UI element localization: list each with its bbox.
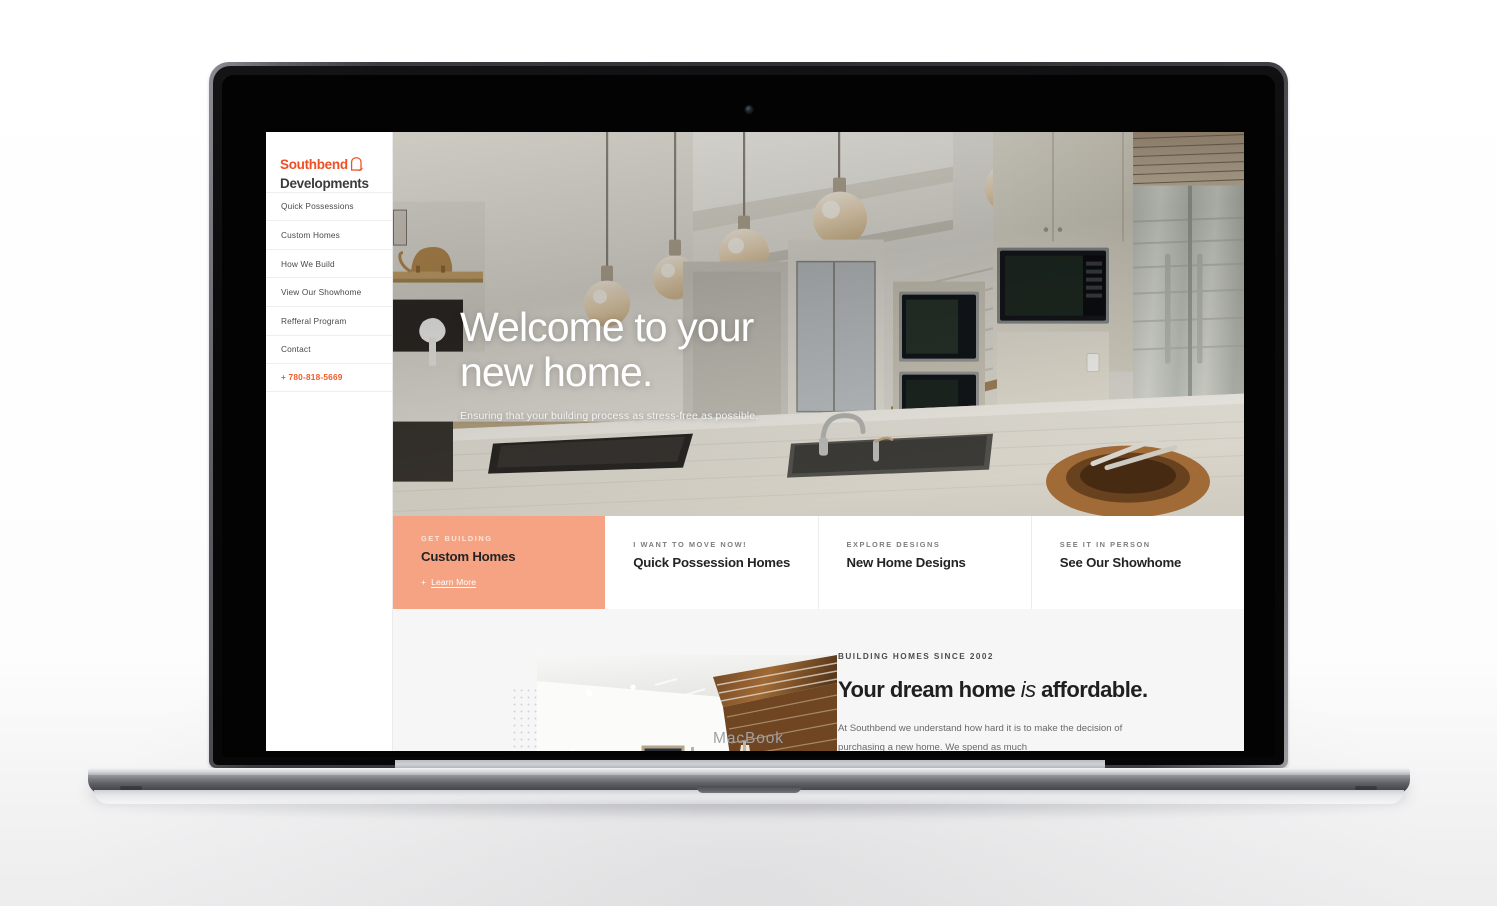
- promo-eyebrow: EXPLORE DESIGNS: [846, 540, 941, 550]
- sidebar-nav: Quick Possessions Custom Homes How We Bu…: [266, 191, 392, 392]
- promo-card-row: GET BUILDING Custom Homes + Learn More I…: [393, 516, 1244, 610]
- webcam-icon: [745, 106, 752, 113]
- learn-more-link[interactable]: + Learn More: [421, 577, 605, 587]
- sidebar-item-how-we-build[interactable]: How We Build: [266, 248, 392, 278]
- about-title: Your dream home is affordable.: [838, 677, 1204, 703]
- about-title-pre: Your dream home: [838, 677, 1021, 703]
- promo-card-custom-homes[interactable]: GET BUILDING Custom Homes + Learn More: [393, 516, 606, 610]
- sidebar: Southbend Developments Quick Possessions…: [266, 132, 393, 751]
- about-title-post: affordable.: [1035, 677, 1148, 703]
- house-arch-icon: [350, 157, 363, 176]
- screen-bezel: Southbend Developments Quick Possessions…: [222, 75, 1275, 757]
- logo-top-row: Southbend: [280, 157, 392, 176]
- promo-title: New Home Designs: [846, 555, 966, 571]
- main-column: Welcome to your new home. Ensuring that …: [393, 132, 1244, 751]
- promo-card-showhome[interactable]: SEE IT IN PERSON See Our Showhome: [1032, 516, 1244, 609]
- about-title-emphasis: is: [1020, 677, 1036, 703]
- sidebar-item-refferal-program[interactable]: Refferal Program: [266, 305, 392, 335]
- promo-card-new-home-designs[interactable]: EXPLORE DESIGNS New Home Designs: [819, 516, 1032, 610]
- promo-eyebrow: SEE IT IN PERSON: [1059, 540, 1151, 550]
- sidebar-item-contact[interactable]: Contact: [266, 334, 392, 364]
- laptop-front-notch: [696, 786, 801, 793]
- hero-title: Welcome to your new home.: [460, 305, 890, 394]
- promo-title: Custom Homes: [421, 549, 516, 565]
- hero-title-line2: new home.: [460, 348, 653, 395]
- about-eyebrow: BUILDING HOMES SINCE 2002: [838, 652, 994, 662]
- laptop-foot-left: [120, 786, 142, 790]
- laptop-foot-right: [1355, 786, 1377, 790]
- hero-copy: Welcome to your new home. Ensuring that …: [460, 305, 890, 423]
- lid-inner-shell: Southbend Developments Quick Possessions…: [213, 66, 1284, 765]
- sidebar-item-custom-homes[interactable]: Custom Homes: [266, 220, 392, 249]
- promo-card-quick-possession[interactable]: I WANT TO MOVE NOW! Quick Possession Hom…: [605, 516, 819, 610]
- learn-more-label: Learn More: [431, 577, 477, 588]
- plus-icon: +: [421, 577, 427, 588]
- sidebar-phone-link[interactable]: + 780-818-5669: [266, 363, 392, 392]
- screen-viewport: Southbend Developments Quick Possessions…: [266, 132, 1244, 751]
- macbook-device: Southbend Developments Quick Possessions…: [0, 0, 1497, 906]
- logo-subtitle: Developments: [280, 176, 369, 191]
- sidebar-item-quick-possessions[interactable]: Quick Possessions: [266, 191, 392, 221]
- hero-title-line1: Welcome to your: [460, 304, 754, 350]
- hero-section: Welcome to your new home. Ensuring that …: [393, 132, 1244, 517]
- laptop-contact-shadow: [120, 800, 1378, 820]
- laptop-lid: Southbend Developments Quick Possessions…: [209, 62, 1288, 768]
- hero-subtitle: Ensuring that your building process as s…: [460, 410, 759, 423]
- promo-title: See Our Showhome: [1059, 555, 1182, 571]
- logo-brand-name: Southbend: [280, 157, 348, 172]
- promo-eyebrow: I WANT TO MOVE NOW!: [633, 540, 748, 550]
- sidebar-item-view-our-showhome[interactable]: View Our Showhome: [266, 277, 392, 306]
- promo-title: Quick Possession Homes: [633, 555, 791, 571]
- website: Southbend Developments Quick Possessions…: [266, 132, 1244, 751]
- macbook-wordmark: MacBook: [713, 730, 784, 747]
- sidebar-filler: [266, 391, 392, 751]
- site-logo[interactable]: Southbend Developments: [266, 132, 392, 192]
- laptop-base-lip: [88, 768, 1410, 775]
- promo-eyebrow: GET BUILDING: [421, 534, 493, 544]
